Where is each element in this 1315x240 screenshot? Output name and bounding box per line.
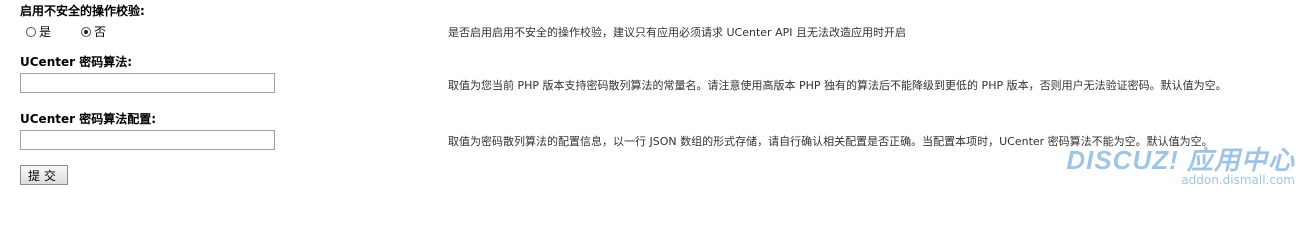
unsafe-check-tip: 是否启用启用不安全的操作校验，建议只有应用必须请求 UCenter API 且无… [448, 26, 906, 39]
radio-no-circle[interactable] [81, 26, 92, 37]
password-algo-config-label: UCenter 密码算法配置: [20, 112, 157, 126]
password-algo-input[interactable] [20, 73, 275, 93]
radio-no-label: 否 [94, 25, 107, 39]
password-algo-config-input[interactable] [20, 130, 275, 150]
radio-yes-circle[interactable] [26, 26, 36, 37]
radio-yes-label: 是 [39, 25, 52, 39]
password-algo-config-tip: 取值为密码散列算法的配置信息，以一行 JSON 数组的形式存储，请自行确认相关配… [448, 135, 1213, 148]
radio-no[interactable]: 否 [81, 23, 106, 40]
unsafe-check-radio-group: 是 否 [26, 23, 136, 40]
submit-button[interactable]: 提交 [20, 165, 68, 185]
unsafe-check-label: 启用不安全的操作校验: [20, 4, 145, 18]
password-algo-label: UCenter 密码算法: [20, 55, 133, 69]
watermark-url: addon.dismall.com [1181, 173, 1295, 187]
radio-yes[interactable]: 是 [26, 23, 51, 40]
password-algo-tip: 取值为您当前 PHP 版本支持密码散列算法的常量名。请注意使用高版本 PHP 独… [448, 79, 1227, 92]
